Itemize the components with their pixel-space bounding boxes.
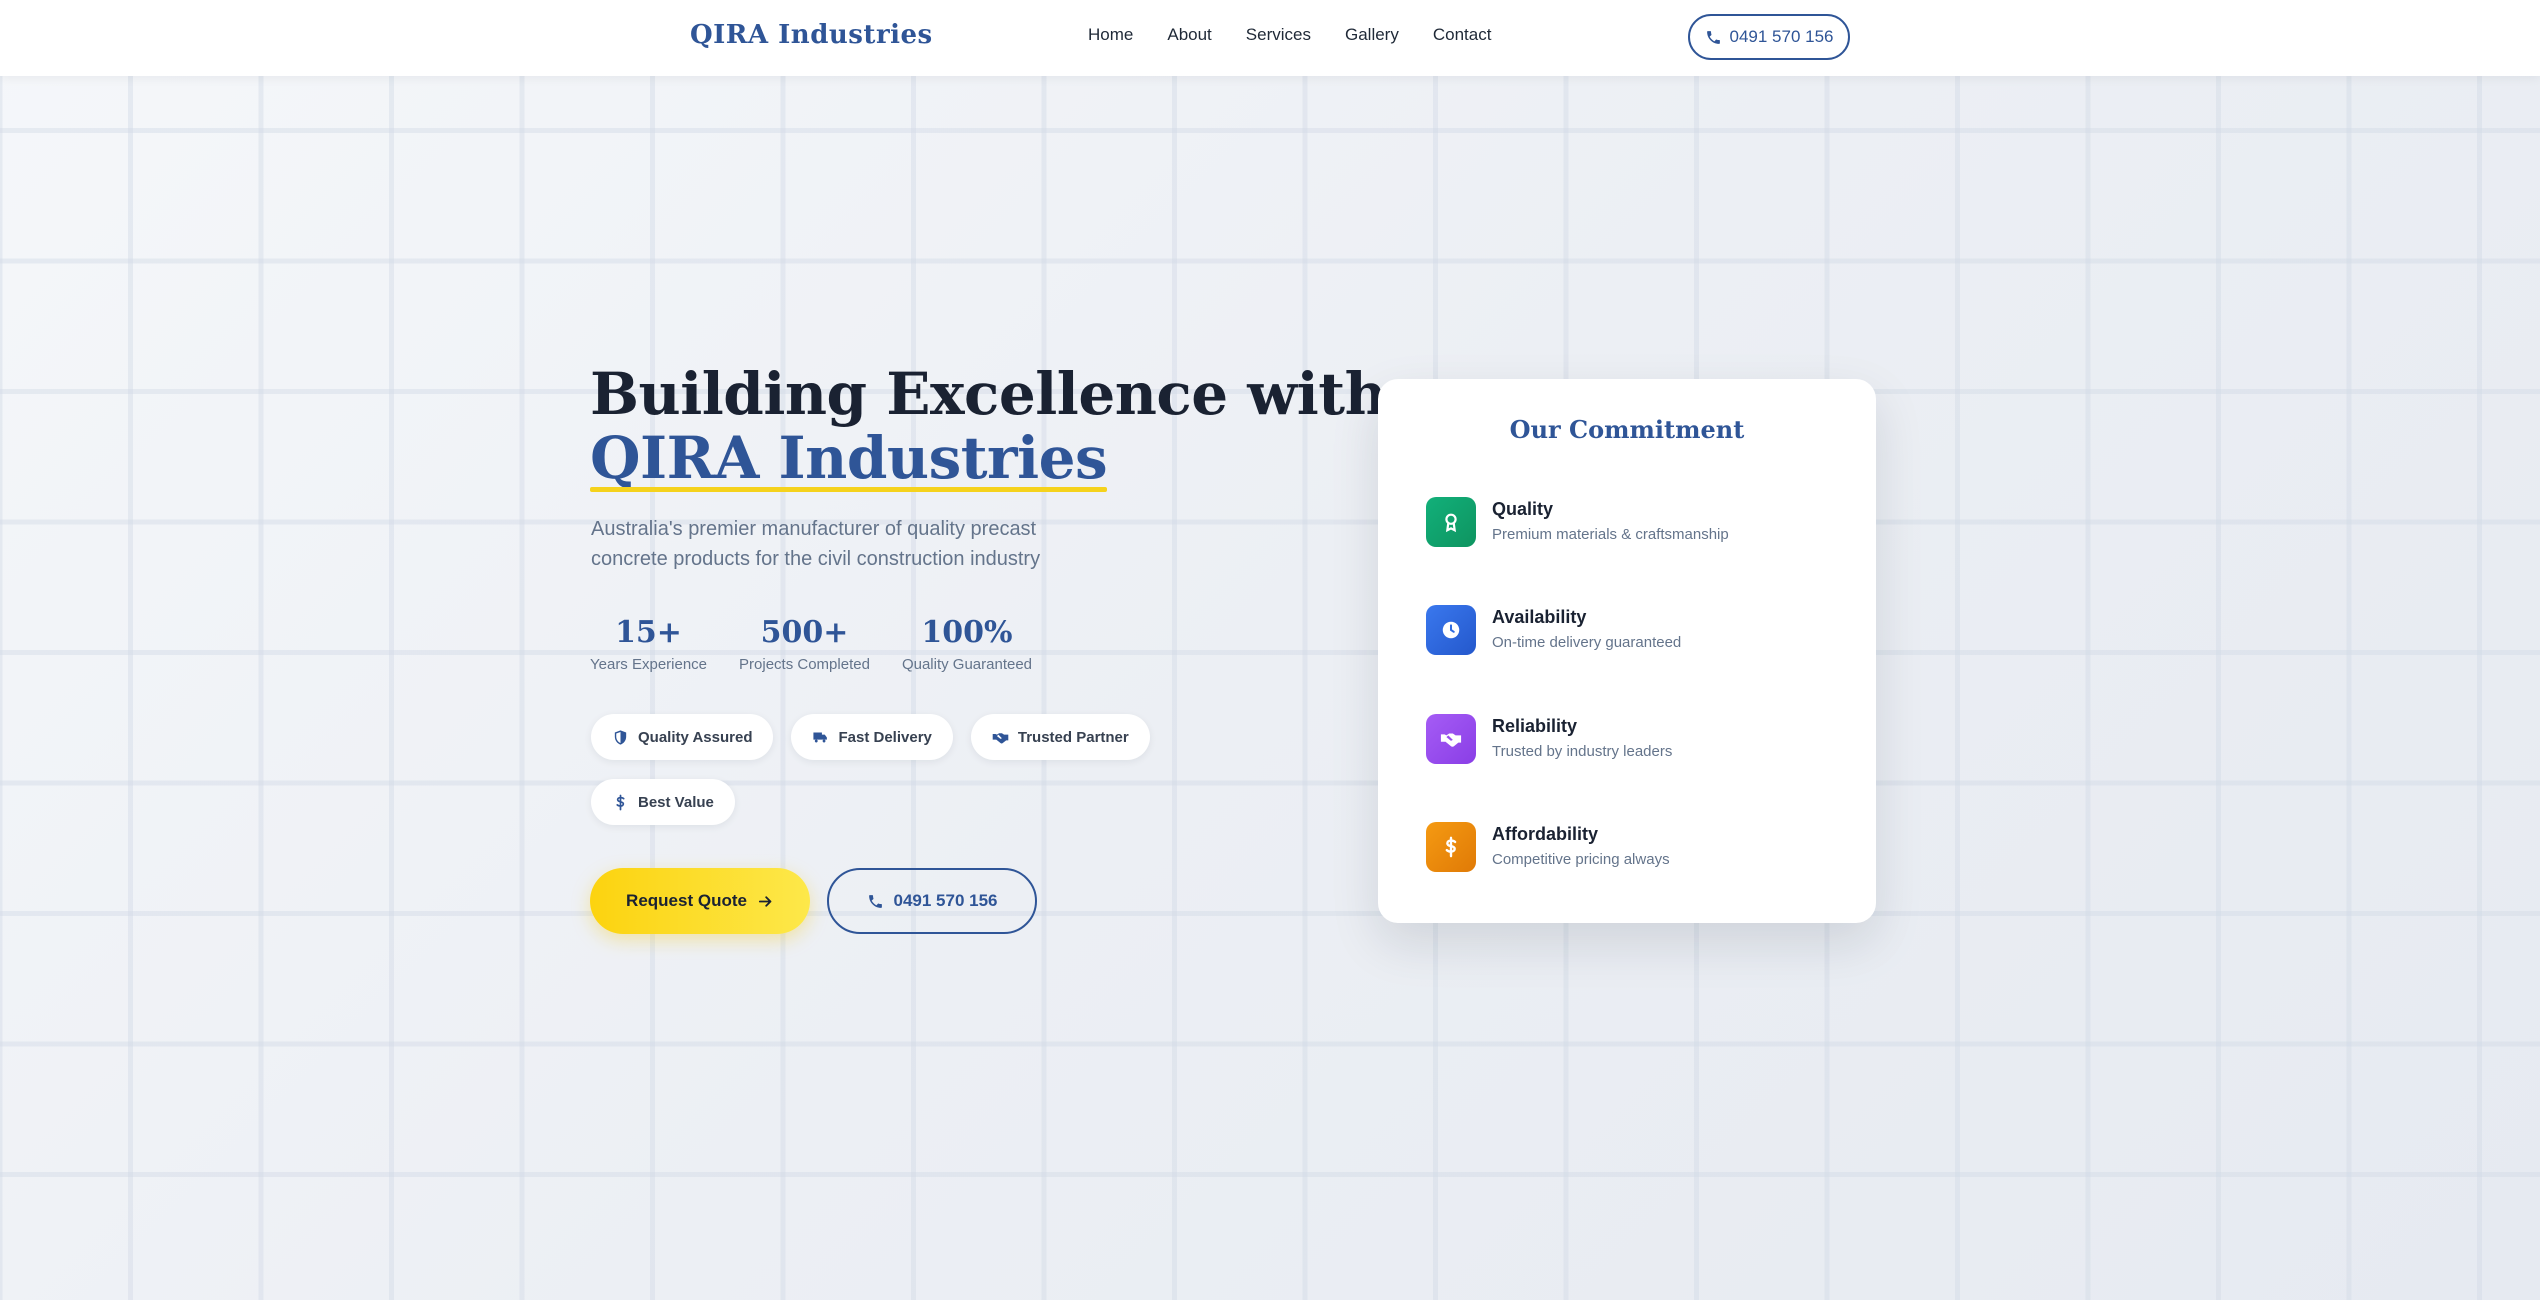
badge-quality-assured: Quality Assured bbox=[591, 714, 774, 760]
commitment-item-title: Reliability bbox=[1492, 716, 1578, 736]
nav-phone-button[interactable]: 0491 570 156 bbox=[1688, 14, 1850, 60]
handshake-icon bbox=[992, 732, 1009, 743]
hero-subtitle: Australia's premier manufacturer of qual… bbox=[591, 518, 1041, 570]
commitment-item-title: Quality bbox=[1492, 499, 1554, 519]
grid-background bbox=[0, 76, 2540, 1300]
badge-trusted-partner: Trusted Partner bbox=[970, 714, 1150, 760]
commitment-item-title: Affordability bbox=[1492, 824, 1598, 844]
hero-title-line1: Building Excellence with bbox=[590, 360, 1387, 428]
commitment-item-affordability: Affordability Competitive pricing always bbox=[1426, 822, 1670, 872]
brand-logo[interactable]: QIRA Industries bbox=[690, 20, 933, 50]
phone-icon bbox=[868, 894, 882, 908]
badge-label: Trusted Partner bbox=[1017, 728, 1129, 746]
request-quote-label: Request Quote bbox=[626, 891, 747, 910]
commitment-item-desc: On-time delivery guaranteed bbox=[1492, 634, 1682, 651]
truck-icon bbox=[813, 732, 828, 742]
stat-label: Projects Completed bbox=[739, 656, 870, 673]
commitment-icon-box bbox=[1426, 605, 1476, 655]
badge-best-value: Best Value bbox=[591, 779, 735, 825]
dollar-icon bbox=[1445, 836, 1457, 858]
hero-title-accent: QIRA Industries bbox=[590, 424, 1108, 492]
stat-value: 100% bbox=[921, 615, 1013, 650]
nav-link-services[interactable]: Services bbox=[1246, 25, 1311, 45]
call-phone-label: 0491 570 156 bbox=[893, 891, 998, 910]
stat-value: 15+ bbox=[615, 615, 682, 650]
clock-icon bbox=[1442, 621, 1460, 639]
phone-icon bbox=[1706, 30, 1720, 44]
navbar: QIRA Industries Home About Services Gall… bbox=[0, 0, 2540, 76]
commitment-text: Reliability Trusted by industry leaders bbox=[1492, 714, 1672, 760]
call-phone-button[interactable]: 0491 570 156 bbox=[827, 868, 1037, 934]
stats-row: 15+ Years Experience 500+ Projects Compl… bbox=[590, 612, 1064, 673]
stat-label: Years Experience bbox=[590, 656, 708, 673]
commitment-item-desc: Trusted by industry leaders bbox=[1492, 743, 1673, 760]
commitment-item-availability: Availability On-time delivery guaranteed bbox=[1426, 605, 1681, 655]
stat-projects: 500+ Projects Completed bbox=[739, 612, 870, 673]
hero-title: Building Excellence with QIRA Industries bbox=[590, 360, 1387, 492]
request-quote-button[interactable]: Request Quote bbox=[590, 868, 810, 934]
badge-label: Best Value bbox=[638, 793, 714, 811]
commitment-item-quality: Quality Premium materials & craftsmanshi… bbox=[1426, 497, 1729, 547]
handshake-icon bbox=[1440, 733, 1462, 747]
feature-badges: Quality Assured Fast Delivery Trusted Pa… bbox=[591, 714, 1191, 844]
dollar-icon bbox=[616, 794, 625, 810]
commitment-card: Our Commitment Quality Premium materials… bbox=[1378, 379, 1876, 923]
commitment-text: Quality Premium materials & craftsmanshi… bbox=[1492, 497, 1729, 543]
nav-link-home[interactable]: Home bbox=[1088, 25, 1133, 45]
commitment-text: Availability On-time delivery guaranteed bbox=[1492, 605, 1681, 651]
commitment-icon-box bbox=[1426, 497, 1476, 547]
shield-icon bbox=[614, 729, 627, 745]
nav-link-gallery[interactable]: Gallery bbox=[1345, 25, 1399, 45]
commitment-icon-box bbox=[1426, 714, 1476, 764]
stat-years: 15+ Years Experience bbox=[590, 612, 707, 673]
commitment-item-title: Availability bbox=[1492, 607, 1587, 627]
nav-links: Home About Services Gallery Contact bbox=[1088, 25, 1525, 45]
commitment-title: Our Commitment bbox=[1509, 415, 1745, 444]
commitment-item-reliability: Reliability Trusted by industry leaders bbox=[1426, 714, 1672, 764]
stat-value: 500+ bbox=[760, 615, 849, 650]
badge-label: Fast Delivery bbox=[838, 728, 932, 746]
stat-quality: 100% Quality Guaranteed bbox=[902, 612, 1032, 673]
nav-link-about[interactable]: About bbox=[1167, 25, 1211, 45]
award-icon bbox=[1445, 513, 1457, 533]
nav-phone-label: 0491 570 156 bbox=[1729, 27, 1834, 46]
commitment-item-desc: Competitive pricing always bbox=[1492, 851, 1670, 868]
commitment-icon-box bbox=[1426, 822, 1476, 872]
badge-fast-delivery: Fast Delivery bbox=[791, 714, 953, 760]
commitment-item-desc: Premium materials & craftsmanship bbox=[1492, 526, 1729, 543]
stat-label: Quality Guaranteed bbox=[901, 656, 1033, 673]
commitment-text: Affordability Competitive pricing always bbox=[1492, 822, 1670, 868]
badge-label: Quality Assured bbox=[638, 728, 753, 746]
nav-link-contact[interactable]: Contact bbox=[1433, 25, 1492, 45]
arrow-right-icon bbox=[758, 895, 772, 907]
